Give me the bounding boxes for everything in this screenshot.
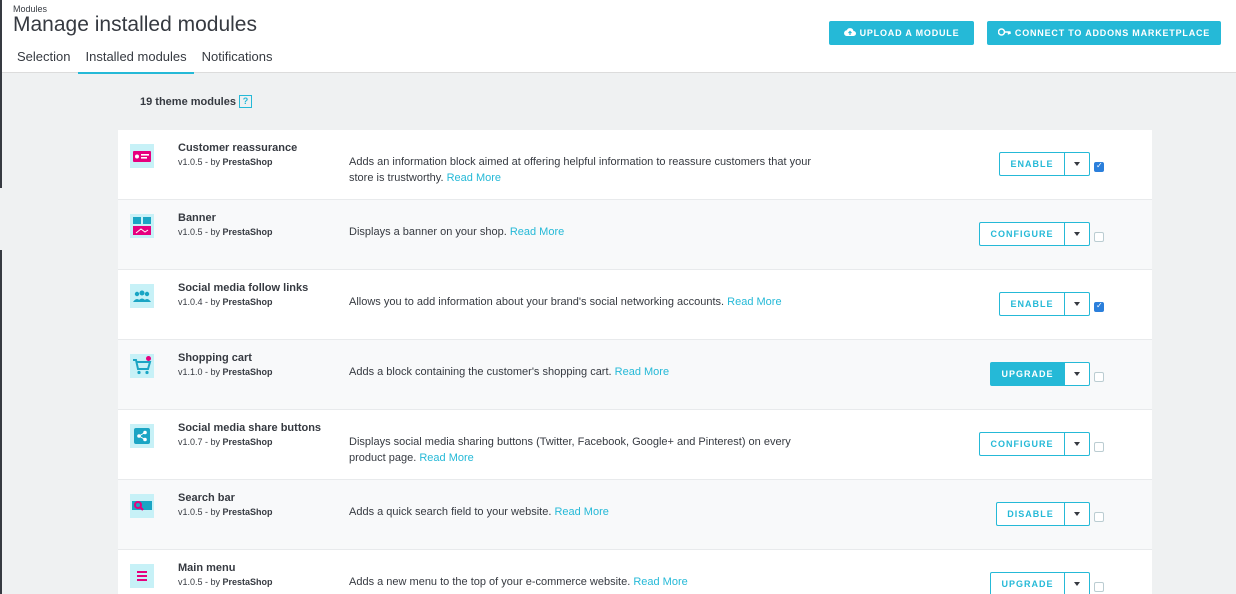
cloud-upload-icon: [843, 27, 856, 40]
caret-down-icon: [1074, 372, 1080, 376]
page-title: Manage installed modules: [13, 13, 257, 36]
module-checkbox[interactable]: [1094, 442, 1104, 452]
tab-notifications[interactable]: Notifications: [195, 46, 280, 74]
module-count-label: 19 theme modules: [140, 95, 236, 108]
action-dropdown-toggle[interactable]: [1065, 362, 1090, 386]
upload-module-label: UPLOAD A MODULE: [859, 28, 960, 38]
module-action-group: UPGRADE: [990, 362, 1090, 386]
share-icon: [130, 424, 154, 448]
tab-bar: Selection Installed modules Notification…: [10, 46, 280, 74]
caret-down-icon: [1074, 302, 1080, 306]
module-checkbox[interactable]: [1094, 301, 1104, 312]
caret-down-icon: [1074, 442, 1080, 446]
module-version: v1.0.5 - by PrestaShop: [178, 227, 273, 237]
module-row-customer-reassurance: Customer reassurance v1.0.5 - by PrestaS…: [118, 130, 1152, 200]
upload-module-button[interactable]: UPLOAD A MODULE: [829, 21, 974, 45]
module-description: Adds a quick search field to your websit…: [349, 506, 609, 518]
module-action-group: UPGRADE: [990, 572, 1090, 594]
module-description: Displays social media sharing buttons (T…: [349, 436, 791, 464]
caret-down-icon: [1074, 582, 1080, 586]
caret-down-icon: [1074, 162, 1080, 166]
module-description: Displays a banner on your shop. Read Mor…: [349, 226, 565, 238]
help-icon[interactable]: ?: [238, 95, 252, 108]
module-action-group: CONFIGURE: [979, 432, 1090, 456]
upgrade-button[interactable]: UPGRADE: [990, 362, 1065, 386]
module-action-group: DISABLE: [996, 502, 1090, 526]
read-more-link[interactable]: Read More: [447, 172, 501, 184]
read-more-link[interactable]: Read More: [554, 506, 608, 518]
module-description: Adds an information block aimed at offer…: [349, 156, 812, 184]
module-list: Customer reassurance v1.0.5 - by PrestaS…: [118, 130, 1152, 594]
connect-marketplace-label: CONNECT TO ADDONS MARKETPLACE: [1014, 28, 1211, 38]
caret-down-icon: [1074, 232, 1080, 236]
module-name: Shopping cart: [178, 352, 252, 364]
module-version: v1.0.4 - by PrestaShop: [178, 297, 273, 307]
module-checkbox[interactable]: [1094, 372, 1104, 382]
module-description: Adds a new menu to the top of your e-com…: [349, 576, 688, 588]
module-row-search-bar: Search bar v1.0.5 - by PrestaShop Adds a…: [118, 480, 1152, 550]
module-version: v1.0.5 - by PrestaShop: [178, 157, 273, 167]
module-action-group: ENABLE: [999, 152, 1090, 176]
upgrade-button[interactable]: UPGRADE: [990, 572, 1065, 594]
enable-button[interactable]: ENABLE: [999, 152, 1065, 176]
module-version: v1.0.5 - by PrestaShop: [178, 507, 273, 517]
module-row-main-menu: Main menu v1.0.5 - by PrestaShop Adds a …: [118, 550, 1152, 594]
module-name: Social media follow links: [178, 282, 309, 294]
reassurance-icon: [130, 144, 154, 168]
action-dropdown-toggle[interactable]: [1065, 572, 1090, 594]
module-version: v1.1.0 - by PrestaShop: [178, 367, 273, 377]
connect-marketplace-button[interactable]: CONNECT TO ADDONS MARKETPLACE: [987, 21, 1221, 45]
module-count-heading: 19 theme modules ?: [140, 95, 252, 108]
social-follow-icon: [130, 284, 154, 308]
module-action-group: ENABLE: [999, 292, 1090, 316]
module-row-shopping-cart: Shopping cart v1.1.0 - by PrestaShop Add…: [118, 340, 1152, 410]
cart-icon: [130, 354, 154, 378]
module-row-social-share: Social media share buttons v1.0.7 - by P…: [118, 410, 1152, 480]
caret-down-icon: [1074, 512, 1080, 516]
module-description: Adds a block containing the customer's s…: [349, 366, 670, 378]
module-checkbox[interactable]: [1094, 512, 1104, 522]
action-dropdown-toggle[interactable]: [1065, 292, 1090, 316]
page-header: Modules Manage installed modules Selecti…: [2, 0, 1236, 74]
tab-selection[interactable]: Selection: [10, 46, 77, 74]
disable-button[interactable]: DISABLE: [996, 502, 1065, 526]
read-more-link[interactable]: Read More: [633, 576, 687, 588]
module-checkbox[interactable]: [1094, 582, 1104, 592]
tab-installed-modules[interactable]: Installed modules: [78, 46, 194, 74]
module-description: Allows you to add information about your…: [349, 296, 782, 308]
read-more-link[interactable]: Read More: [510, 226, 564, 238]
menu-icon: [130, 564, 154, 588]
module-name: Social media share buttons: [178, 422, 322, 434]
module-version: v1.0.7 - by PrestaShop: [178, 437, 273, 447]
module-checkbox[interactable]: [1094, 161, 1104, 172]
action-dropdown-toggle[interactable]: [1065, 222, 1090, 246]
key-icon: [997, 27, 1011, 39]
module-name: Customer reassurance: [178, 142, 298, 154]
banner-icon: [130, 214, 154, 238]
module-name: Search bar: [178, 492, 235, 504]
read-more-link[interactable]: Read More: [419, 452, 473, 464]
search-bar-icon: [130, 494, 154, 518]
action-dropdown-toggle[interactable]: [1065, 152, 1090, 176]
configure-button[interactable]: CONFIGURE: [979, 222, 1065, 246]
module-name: Banner: [178, 212, 216, 224]
configure-button[interactable]: CONFIGURE: [979, 432, 1065, 456]
action-dropdown-toggle[interactable]: [1065, 502, 1090, 526]
module-name: Main menu: [178, 562, 236, 574]
module-action-group: CONFIGURE: [979, 222, 1090, 246]
sidebar-edge-lower: [0, 250, 2, 594]
module-version: v1.0.5 - by PrestaShop: [178, 577, 273, 587]
module-checkbox[interactable]: [1094, 232, 1104, 242]
module-row-social-follow: Social media follow links v1.0.4 - by Pr…: [118, 270, 1152, 340]
read-more-link[interactable]: Read More: [727, 296, 781, 308]
read-more-link[interactable]: Read More: [615, 366, 669, 378]
module-row-banner: Banner v1.0.5 - by PrestaShop Displays a…: [118, 200, 1152, 270]
action-dropdown-toggle[interactable]: [1065, 432, 1090, 456]
enable-button[interactable]: ENABLE: [999, 292, 1065, 316]
